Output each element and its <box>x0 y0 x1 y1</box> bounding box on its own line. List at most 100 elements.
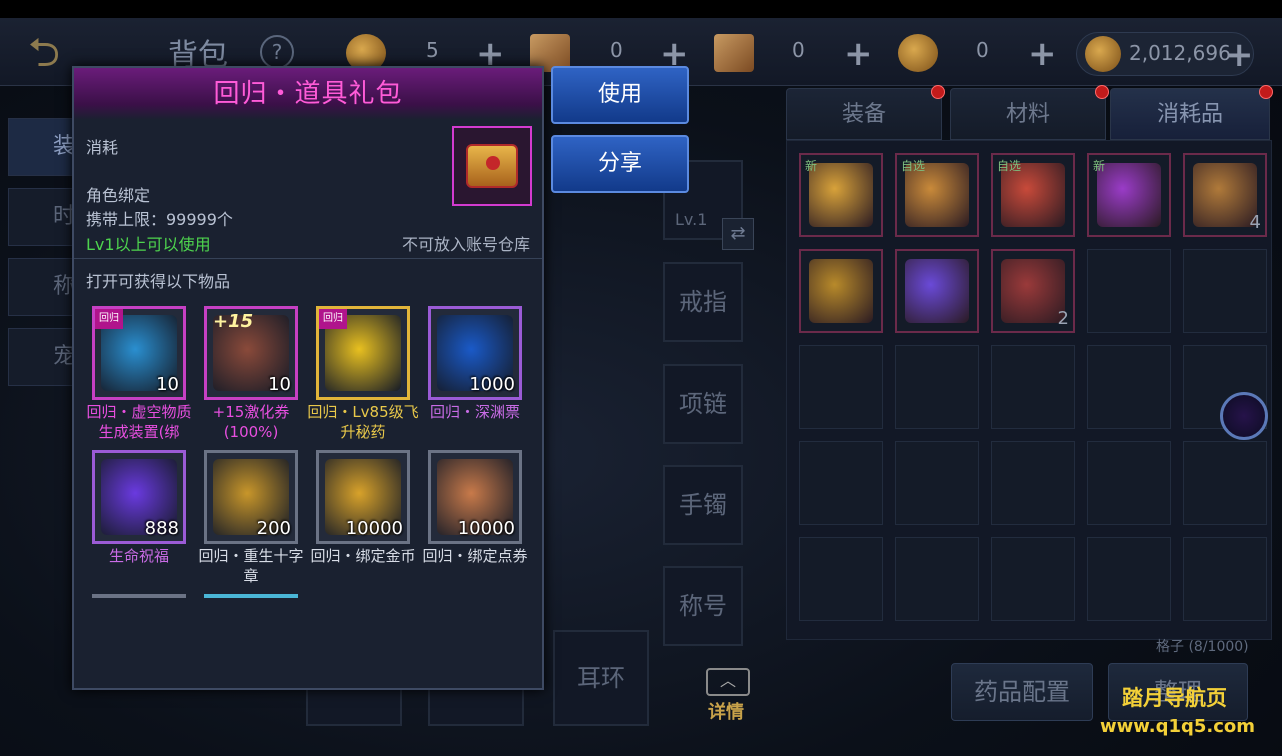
reward-quantity: 888 <box>144 518 179 539</box>
reward-item[interactable]: +15 10 +15激化券(100%) <box>204 306 298 442</box>
slot-earring[interactable]: 耳环 <box>553 630 649 726</box>
reward-quantity: 10 <box>156 374 179 395</box>
reward-name: 回归・深渊票 <box>429 403 520 421</box>
inventory-slot[interactable] <box>895 249 979 333</box>
inventory-slot[interactable] <box>1087 345 1171 429</box>
item-icon <box>905 259 969 323</box>
detail-label[interactable]: 详情 <box>708 698 744 724</box>
level-label: Lv.1 <box>675 210 708 229</box>
locked-scroll-icon <box>714 34 754 72</box>
carry-limit: 携带上限：99999个 <box>86 210 233 229</box>
currency-value: 2,012,696 <box>1129 41 1231 65</box>
top-black-bar <box>0 0 1282 18</box>
share-button[interactable]: 分享 <box>551 135 689 193</box>
tab-label: 装备 <box>841 102 886 127</box>
tab-equipment[interactable]: 装备 <box>786 85 945 140</box>
currency-5: 2,012,696 + <box>1085 33 1255 75</box>
inventory-slot[interactable]: 新 <box>799 153 883 237</box>
reward-name: 回归・重生十字章 <box>198 547 304 585</box>
currency-4: 0 + <box>898 32 1058 74</box>
potion-config-button[interactable]: 药品配置 <box>951 663 1093 721</box>
help-icon[interactable]: ? <box>260 35 294 69</box>
tab-consumables[interactable]: 消耗品 <box>1110 85 1273 140</box>
item-icon <box>809 163 873 227</box>
enhance-level-label: +15 <box>213 311 254 332</box>
add-currency-button[interactable]: + <box>844 34 873 74</box>
watermark-title: 踏月导航页 <box>1122 686 1227 710</box>
reward-item-frame: 回归 <box>316 306 410 400</box>
inventory-slot[interactable] <box>1183 249 1267 333</box>
item-type: 消耗 <box>86 138 119 157</box>
reward-quantity: 10000 <box>345 518 403 539</box>
item-icon <box>1001 259 1065 323</box>
side-tab-fashion[interactable]: 时 <box>8 188 78 246</box>
inventory-slot[interactable]: 新 <box>1087 153 1171 237</box>
add-currency-button[interactable]: + <box>1225 35 1254 75</box>
add-currency-button[interactable]: + <box>1028 34 1057 74</box>
inventory-slot[interactable] <box>991 537 1075 621</box>
treasure-chest-icon <box>452 126 532 206</box>
reward-name: 生命祝福 <box>108 547 169 565</box>
reward-item[interactable]: 10000 回归・绑定金币 <box>310 450 416 566</box>
watermark: 踏月导航页 www.q1q5.com <box>1090 676 1276 746</box>
inventory-slot[interactable] <box>1087 441 1171 525</box>
side-tab-pet[interactable]: 宠 <box>8 328 78 386</box>
use-button[interactable]: 使用 <box>551 66 689 124</box>
floating-assistant-icon[interactable] <box>1220 392 1268 440</box>
inventory-slot[interactable] <box>1087 537 1171 621</box>
swap-icon[interactable]: ⇄ <box>722 218 754 250</box>
reward-item-frame: +15 10 <box>204 306 298 400</box>
inventory-slot[interactable]: 4 <box>1183 153 1267 237</box>
reward-item[interactable]: 888 生命祝福 <box>92 450 186 566</box>
side-tab-title[interactable]: 称 <box>8 258 78 316</box>
inventory-slot[interactable] <box>895 537 979 621</box>
reward-quantity: 10000 <box>457 518 515 539</box>
item-tag: 新 <box>1093 159 1106 173</box>
item-count: 4 <box>1249 212 1261 233</box>
inventory-slot[interactable] <box>799 441 883 525</box>
item-tag: 新 <box>805 159 818 173</box>
bind-type: 角色绑定 <box>86 186 151 205</box>
reward-item[interactable]: 200 回归・重生十字章 <box>198 450 304 586</box>
list-item-partial <box>204 594 298 598</box>
slot-necklace[interactable]: 项链 <box>663 364 743 444</box>
gold-balance: 2,012,696 + <box>1076 32 1254 76</box>
reward-item[interactable]: 1000 回归・深渊票 <box>428 306 522 422</box>
level-requirement: Lv1以上可以使用 <box>86 235 211 254</box>
gold-coin-icon <box>1085 36 1121 72</box>
side-tab-equip[interactable]: 装 <box>8 118 78 176</box>
item-icon <box>1097 163 1161 227</box>
inventory-slot[interactable] <box>991 441 1075 525</box>
inventory-slot[interactable] <box>799 345 883 429</box>
item-icon <box>809 259 873 323</box>
item-icon <box>1193 163 1257 227</box>
reward-item-frame: 回归 10 <box>92 306 186 400</box>
inventory-slot[interactable]: 自选 <box>991 153 1075 237</box>
reward-item-frame: 10000 <box>428 450 522 544</box>
reward-item-frame: 1000 <box>428 306 522 400</box>
inventory-grid: 新 自选 自选 新 4 2 <box>786 140 1272 640</box>
inventory-slot[interactable] <box>1087 249 1171 333</box>
item-count: 2 <box>1057 308 1069 329</box>
currency-3: 0 + <box>714 32 874 74</box>
slot-title[interactable]: 称号 <box>663 566 743 646</box>
reward-item[interactable]: 10000 回归・绑定点券 <box>422 450 528 566</box>
inventory-slot[interactable] <box>991 345 1075 429</box>
return-badge: 回归 <box>319 309 347 329</box>
reward-item-frame: 10000 <box>316 450 410 544</box>
inventory-slot[interactable]: 自选 <box>895 153 979 237</box>
reward-item-frame: 888 <box>92 450 186 544</box>
tab-materials[interactable]: 材料 <box>950 85 1109 140</box>
reward-item[interactable]: 回归 10 回归・虚空物质生成装置(绑 <box>86 306 192 442</box>
slot-bracelet[interactable]: 手镯 <box>663 465 743 545</box>
chevron-up-icon[interactable]: ︿ <box>706 668 750 696</box>
reward-item[interactable]: 回归 回归・Lv85级飞升秘药 <box>307 306 419 442</box>
inventory-slot[interactable] <box>1183 537 1267 621</box>
inventory-slot[interactable] <box>799 249 883 333</box>
inventory-slot[interactable] <box>895 441 979 525</box>
inventory-slot[interactable] <box>1183 441 1267 525</box>
slot-ring[interactable]: 戒指 <box>663 262 743 342</box>
inventory-slot[interactable] <box>895 345 979 429</box>
inventory-slot[interactable]: 2 <box>991 249 1075 333</box>
inventory-slot[interactable] <box>799 537 883 621</box>
